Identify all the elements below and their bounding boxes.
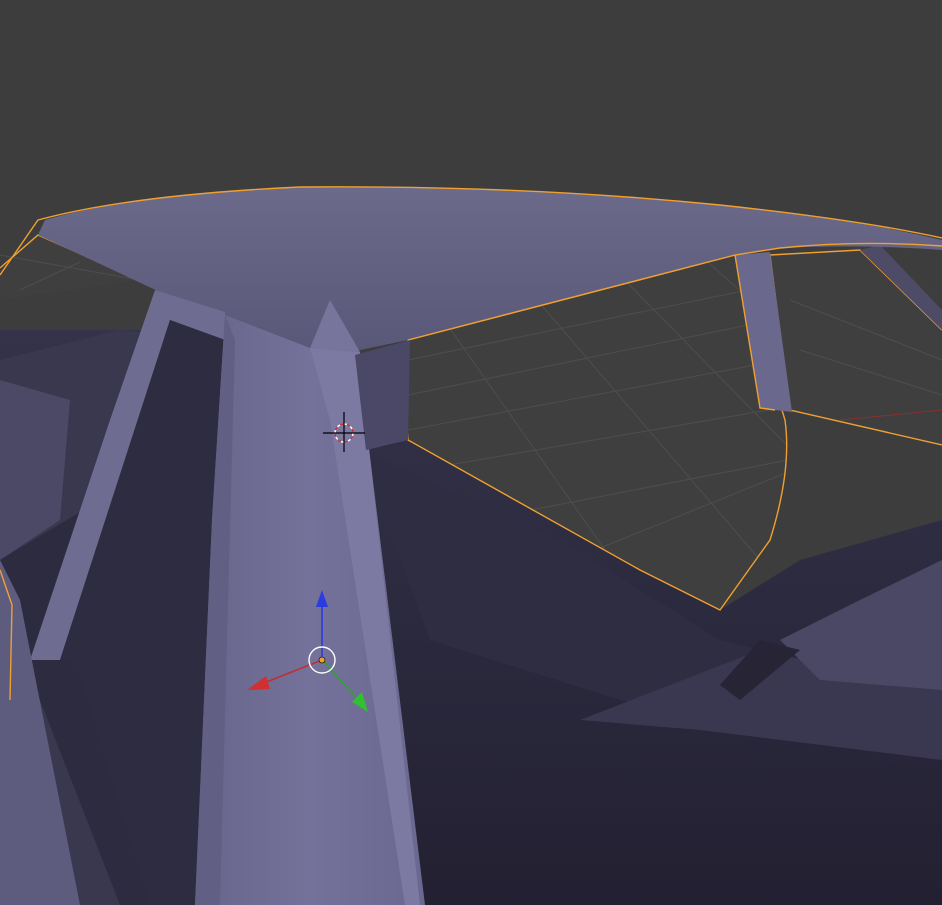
3d-viewport[interactable]: [0, 0, 942, 905]
object-origin-icon: [318, 656, 326, 664]
